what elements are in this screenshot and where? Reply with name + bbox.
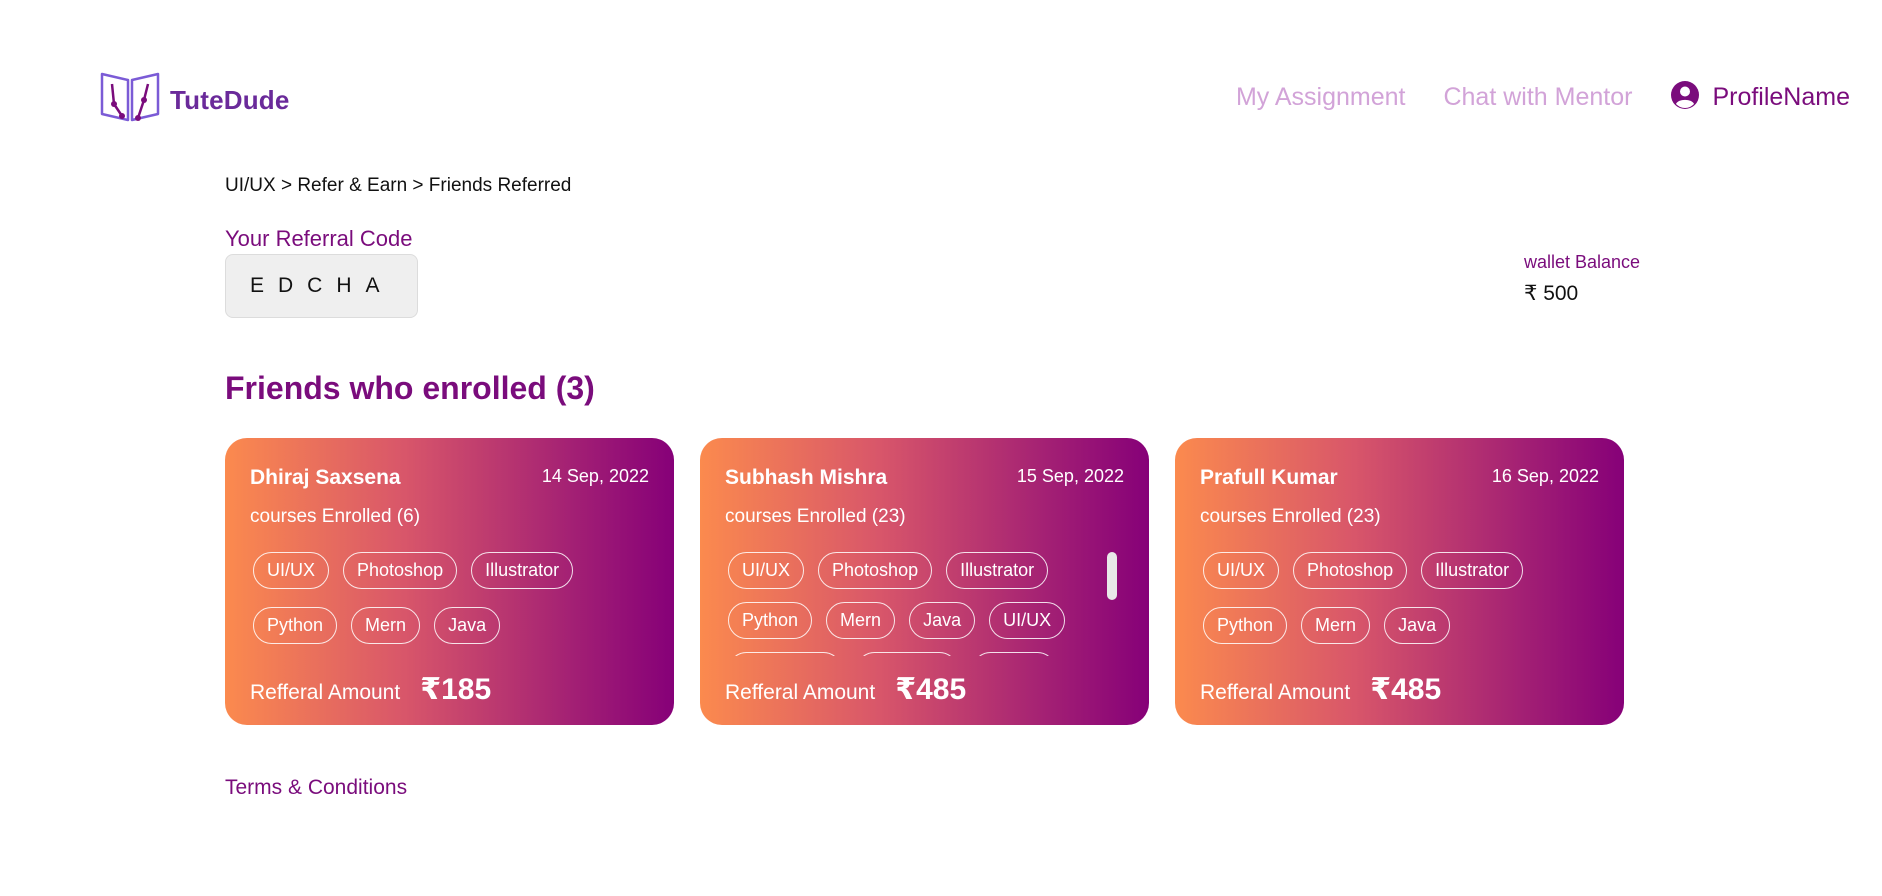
- wallet-balance-value: ₹ 500: [1524, 282, 1579, 305]
- course-tag: UI/UX: [253, 552, 330, 589]
- friend-name: Prafull Kumar: [1200, 466, 1338, 489]
- tags-scrollbar[interactable]: [1107, 552, 1117, 600]
- course-tags: UI/UX Photoshop Illustrator Python Mern Java: [1203, 552, 1573, 658]
- enroll-date: 14 Sep, 2022: [541, 466, 649, 486]
- nav-chat-with-mentor[interactable]: Chat with Mentor: [1443, 83, 1632, 112]
- friend-card: Subhash Mishra 15 Sep, 2022 courses Enro…: [700, 438, 1149, 725]
- course-tag: Photoshop: [1293, 552, 1408, 589]
- friends-cards: Dhiraj Saxsena 14 Sep, 2022 courses Enro…: [225, 438, 1624, 725]
- course-tags[interactable]: UI/UX Photoshop Illustrator Python Mern Java U…: [728, 552, 1098, 656]
- course-tag: UI/UX: [728, 552, 805, 589]
- course-tag: Python: [728, 602, 813, 639]
- course-tag: Mern: [351, 607, 421, 644]
- courses-enrolled: courses Enrolled (6): [250, 506, 421, 527]
- course-tag: Illustrator: [946, 552, 1049, 589]
- friend-name: Dhiraj Saxsena: [250, 466, 401, 489]
- nav-my-assignment[interactable]: My Assignment: [1236, 83, 1406, 112]
- wallet-balance-label: wallet Balance: [1524, 252, 1641, 272]
- friend-name: Subhash Mishra: [725, 466, 888, 489]
- course-tag: Photoshop: [818, 552, 933, 589]
- friend-card: Prafull Kumar 16 Sep, 2022 courses Enrol…: [1175, 438, 1624, 725]
- referral-amount-label: Refferal Amount: [1200, 681, 1351, 704]
- referral-amount: Refferal Amount ₹485: [1200, 672, 1441, 707]
- referral-code-box[interactable]: EDCHA: [225, 254, 418, 318]
- course-tag: Photoshop: [728, 652, 843, 656]
- friend-card: Dhiraj Saxsena 14 Sep, 2022 courses Enro…: [225, 438, 674, 725]
- referral-amount-label: Refferal Amount: [250, 681, 401, 704]
- logo[interactable]: TuteDude: [98, 70, 290, 131]
- logo-text: TuteDude: [170, 85, 290, 115]
- courses-enrolled: courses Enrolled (23): [725, 506, 906, 527]
- course-tag: Illustrator: [1421, 552, 1524, 589]
- course-tag: Photoshop: [343, 552, 458, 589]
- course-tag: Python: [1203, 607, 1288, 644]
- user-avatar-icon: [1670, 80, 1700, 115]
- referral-amount: Refferal Amount ₹185: [250, 672, 491, 707]
- friends-enrolled-title: Friends who enrolled (3): [225, 370, 595, 406]
- referral-amount-value: ₹485: [895, 673, 967, 706]
- book-logo-icon: [98, 70, 162, 131]
- course-tags: UI/UX Photoshop Illustrator Python Mern Java: [253, 552, 623, 658]
- referral-amount-value: ₹185: [420, 673, 492, 706]
- enroll-date: 15 Sep, 2022: [1016, 466, 1124, 486]
- terms-and-conditions-link[interactable]: Terms & Conditions: [225, 776, 407, 800]
- course-tag: Mern: [826, 602, 896, 639]
- course-tag: Mern: [1301, 607, 1371, 644]
- course-tag: Illustrator: [471, 552, 574, 589]
- course-tag: UI/UX: [1203, 552, 1280, 589]
- profile-name: ProfileName: [1712, 83, 1850, 111]
- courses-enrolled: courses Enrolled (23): [1200, 506, 1381, 527]
- course-tag: Python: [253, 607, 338, 644]
- breadcrumb[interactable]: UI/UX > Refer & Earn > Friends Referred: [225, 175, 571, 197]
- course-tag: Illustrator: [856, 652, 959, 656]
- wallet-balance: wallet Balance ₹ 500: [1524, 252, 1640, 306]
- course-tag: Java: [909, 602, 976, 639]
- header: TuteDude My Assignment Chat with Mentor …: [0, 0, 1882, 140]
- referral-code-label: Your Referral Code: [225, 226, 413, 251]
- referral-amount-value: ₹485: [1370, 673, 1442, 706]
- course-tag: Python: [972, 652, 1057, 656]
- course-tag: UI/UX: [989, 602, 1066, 639]
- top-nav: My Assignment Chat with Mentor ProfileNa…: [1236, 80, 1850, 115]
- referral-amount: Refferal Amount ₹485: [725, 672, 966, 707]
- referral-amount-label: Refferal Amount: [725, 681, 876, 704]
- course-tag: Java: [434, 607, 501, 644]
- course-tag: Java: [1384, 607, 1451, 644]
- profile-menu[interactable]: ProfileName: [1670, 80, 1850, 115]
- enroll-date: 16 Sep, 2022: [1491, 466, 1599, 486]
